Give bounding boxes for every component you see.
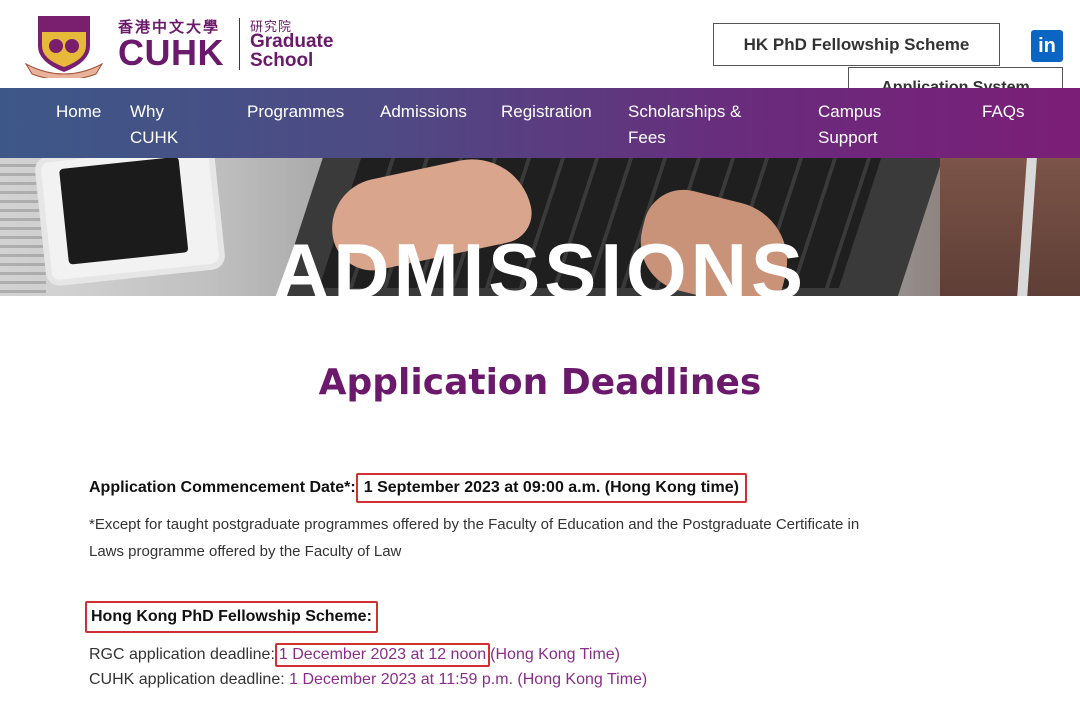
nav-label: Campus bbox=[818, 102, 882, 121]
footnote-line-1: *Except for taught postgraduate programm… bbox=[89, 516, 860, 533]
school-name: Graduate School bbox=[250, 32, 333, 70]
hero-banner: ADMISSIONS bbox=[0, 158, 1080, 296]
nav-label: Scholarships & bbox=[628, 102, 742, 121]
rgc-deadline-suffix[interactable]: (Hong Kong Time) bbox=[490, 646, 620, 663]
linkedin-icon[interactable]: in bbox=[1031, 30, 1063, 62]
nav-label: Home bbox=[56, 102, 102, 121]
nav-item-scholarships-fees[interactable]: Scholarships & Fees bbox=[628, 99, 741, 151]
nav-label: Why bbox=[130, 102, 164, 121]
nav-item-faqs[interactable]: FAQs bbox=[982, 99, 1025, 125]
nav-label: FAQs bbox=[982, 102, 1025, 121]
school-name-line2: School bbox=[250, 50, 314, 71]
commencement-label: Application Commencement Date*: bbox=[89, 479, 356, 496]
rgc-deadline-value[interactable]: 1 December 2023 at 12 noon bbox=[279, 646, 486, 663]
nav-item-why-cuhk[interactable]: Why CUHK bbox=[130, 99, 178, 151]
commencement-row: Application Commencement Date*: 1 Septemb… bbox=[89, 473, 747, 503]
hkpfs-heading: Hong Kong PhD Fellowship Scheme: bbox=[85, 601, 378, 633]
site-header: 香港中文大學 CUHK 研究院 Graduate School Applicat… bbox=[0, 0, 1080, 97]
main-navigation: Home Why CUHK Programmes Admissions Regi… bbox=[0, 88, 1080, 158]
rgc-deadline-label: RGC application deadline: bbox=[89, 646, 275, 663]
logo-divider bbox=[239, 18, 240, 70]
nav-label: Support bbox=[818, 128, 878, 147]
hk-phd-fellowship-button[interactable]: HK PhD Fellowship Scheme bbox=[713, 23, 1000, 66]
nav-label: Fees bbox=[628, 128, 666, 147]
nav-item-registration[interactable]: Registration bbox=[501, 99, 592, 125]
rgc-deadline-row: RGC application deadline: 1 December 2023… bbox=[89, 643, 620, 667]
nav-label: CUHK bbox=[130, 128, 179, 147]
hero-title: ADMISSIONS bbox=[272, 227, 808, 296]
cuhk-deadline-row: CUHK application deadline: 1 December 20… bbox=[89, 671, 647, 689]
nav-item-home[interactable]: Home bbox=[56, 99, 101, 125]
page-title: Application Deadlines bbox=[318, 362, 762, 403]
nav-label: Admissions bbox=[380, 102, 467, 121]
nav-item-campus-support[interactable]: Campus Support bbox=[818, 99, 881, 151]
school-name-line1: Graduate bbox=[250, 31, 334, 52]
cuhk-deadline-label: CUHK application deadline: bbox=[89, 671, 285, 688]
nav-item-programmes[interactable]: Programmes bbox=[247, 99, 344, 125]
footnote-line-2: Laws programme offered by the Faculty of… bbox=[89, 543, 402, 560]
commencement-date-highlight: 1 September 2023 at 09:00 a.m. (Hong Kon… bbox=[355, 473, 747, 503]
cuhk-crest-logo[interactable] bbox=[24, 12, 104, 81]
nav-label: Programmes bbox=[247, 102, 345, 121]
commencement-date: 1 September 2023 at 09:00 a.m. (Hong Kon… bbox=[363, 479, 739, 496]
rgc-deadline-highlight: 1 December 2023 at 12 noon bbox=[274, 643, 491, 667]
nav-label: Registration bbox=[501, 102, 592, 121]
logo-abbreviation: CUHK bbox=[118, 32, 224, 73]
nav-item-admissions[interactable]: Admissions bbox=[380, 99, 467, 125]
cuhk-deadline-value[interactable]: 1 December 2023 at 11:59 p.m. (Hong Kong… bbox=[289, 671, 647, 688]
